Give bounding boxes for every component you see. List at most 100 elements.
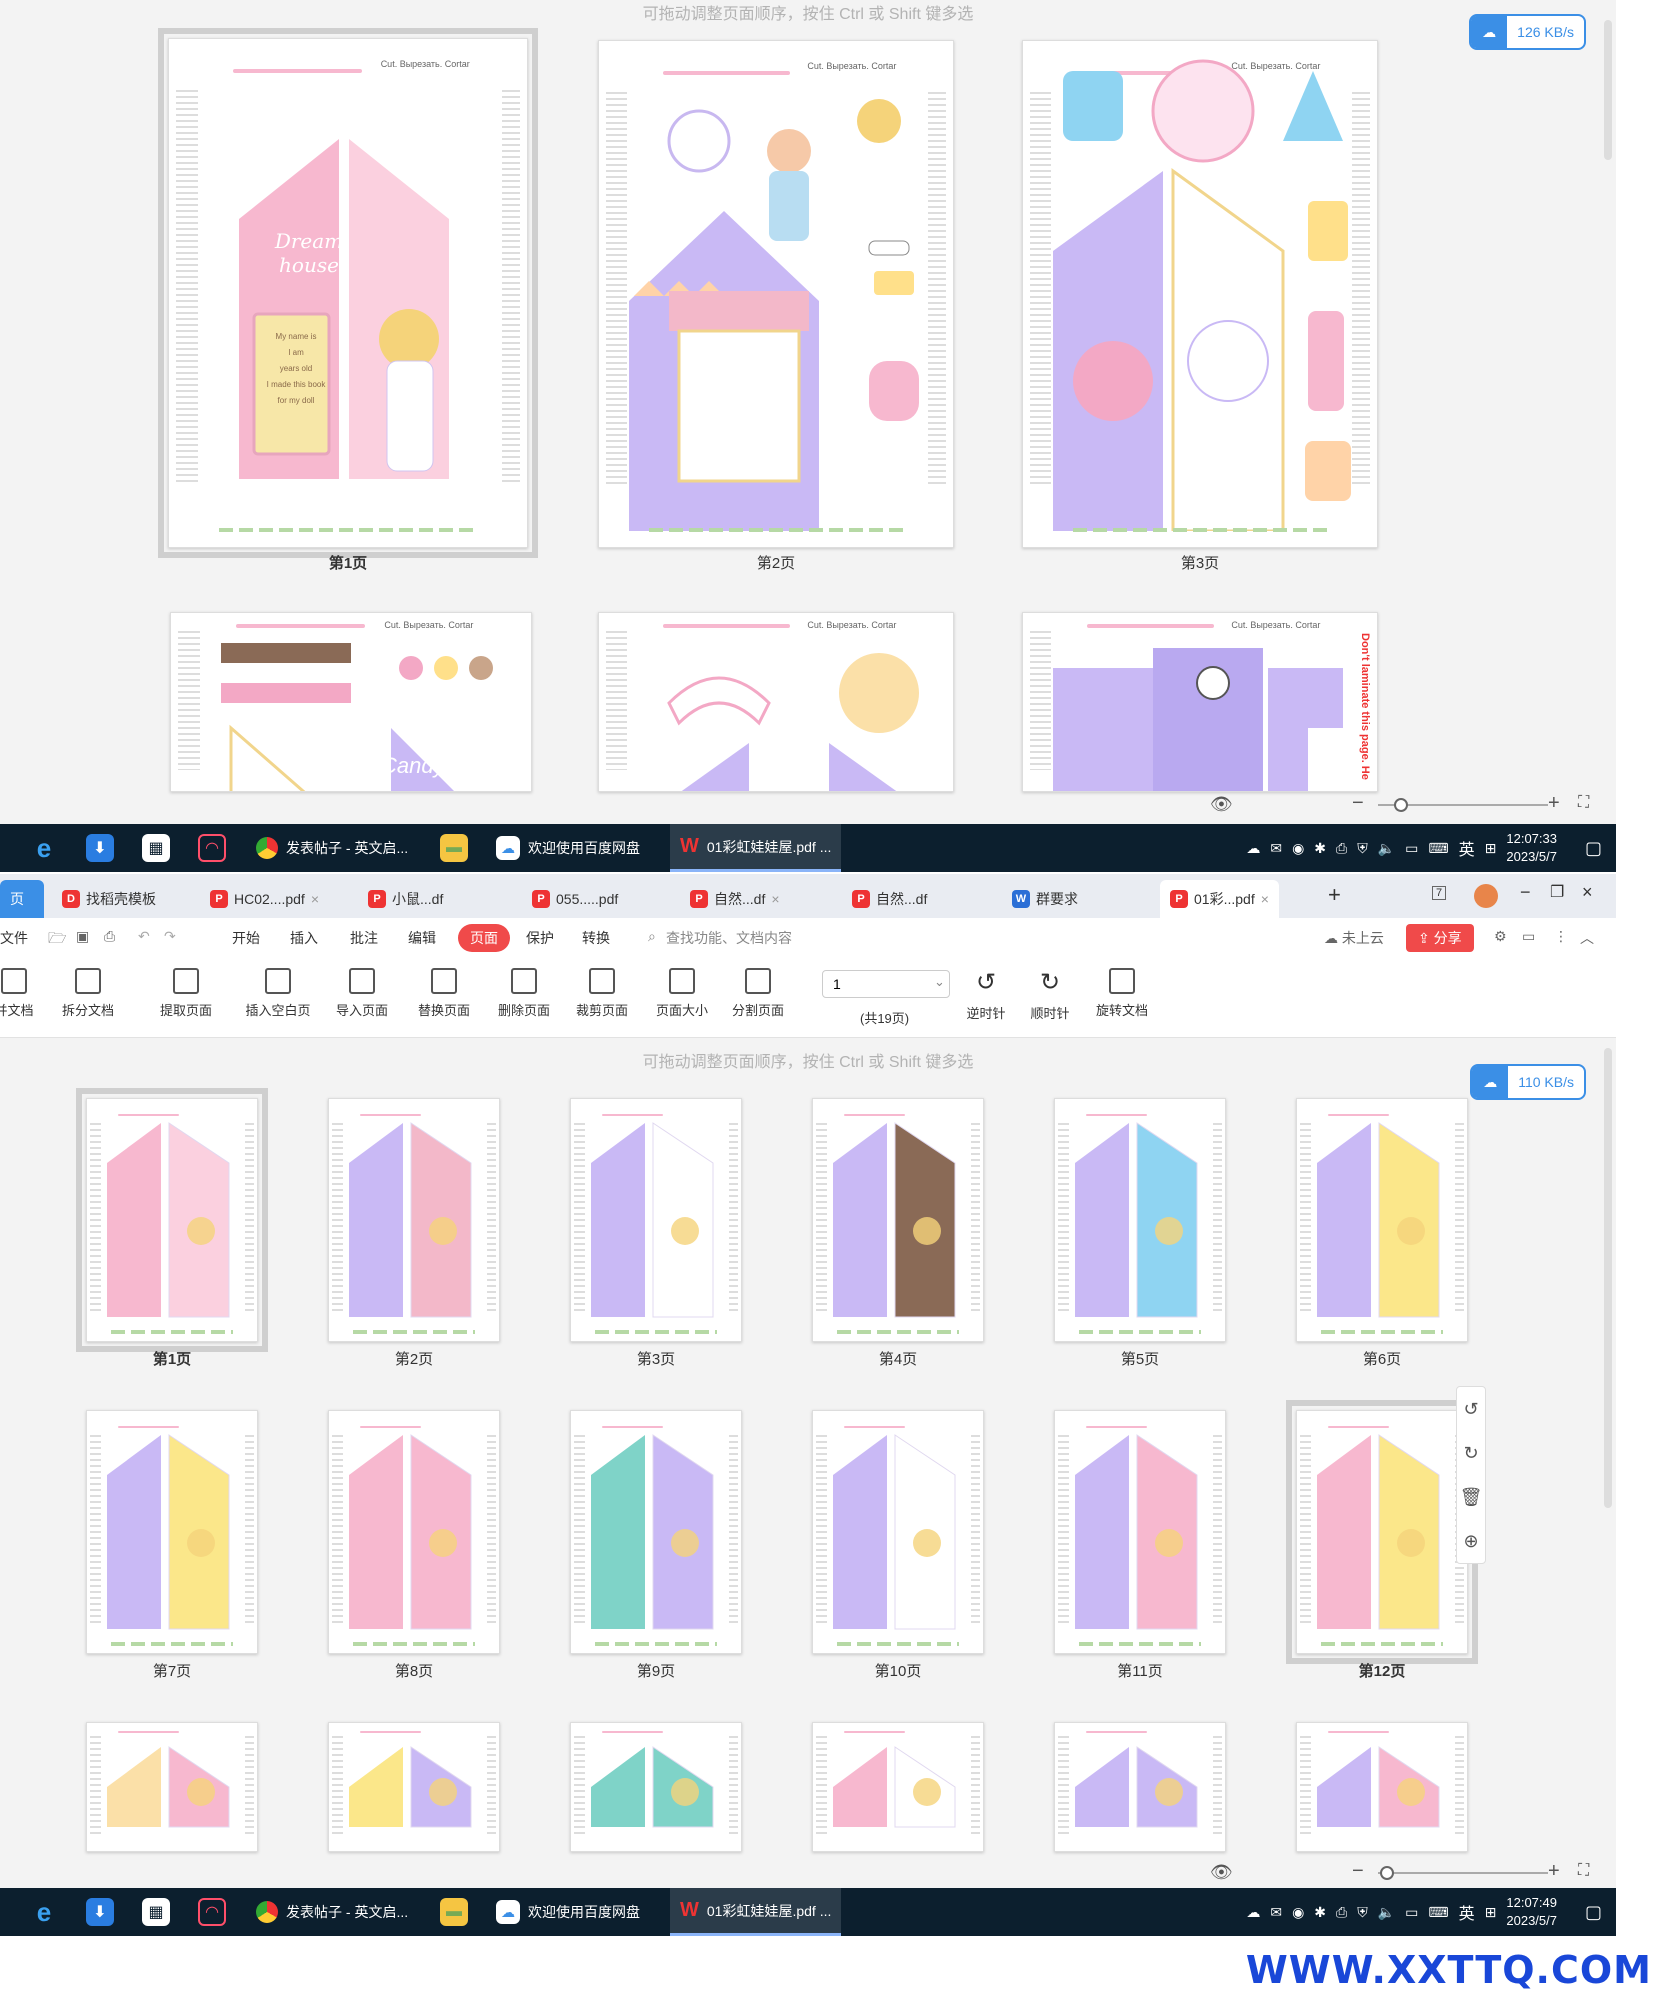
avatar[interactable] [1474,884,1498,908]
page-thumb[interactable] [1296,1722,1468,1852]
page-thumb[interactable] [812,1410,984,1654]
eye-icon[interactable]: 👁 [1210,794,1233,815]
split-doc-button[interactable]: 拆分文档 [52,968,124,1019]
zoom-handle[interactable] [1380,1866,1394,1880]
page-thumb[interactable] [1054,1410,1226,1654]
taskbar-app-chrome[interactable]: 发表帖子 - 英文启... [246,824,418,872]
page-thumb[interactable] [86,1410,258,1654]
merge-doc-button[interactable]: 并文档 [0,968,50,1019]
notification-icon[interactable]: ▢ [1585,838,1602,859]
menu-comment[interactable]: 批注 [350,928,378,948]
taskbar-app-pdf[interactable]: W 01彩虹娃娃屋.pdf ... [670,824,842,872]
menu-insert[interactable]: 插入 [290,928,318,948]
volume-icon[interactable]: 🔈 [1378,1904,1395,1921]
print-icon[interactable]: ⎙ [104,928,115,945]
network-icon[interactable]: ▭ [1405,1904,1418,1921]
taskbar-app-baidu[interactable]: ☁ 欢迎使用百度网盘 [486,824,650,872]
page-thumb[interactable] [328,1098,500,1342]
ime-indicator[interactable]: 英 [1459,1900,1475,1924]
download-speed-badge[interactable]: ☁ 126 KB/s [1469,14,1586,50]
menu-edit[interactable]: 编辑 [408,928,436,948]
chevron-down-icon[interactable]: ⌄ [934,974,945,990]
app-icon[interactable]: ◠ [198,1898,226,1926]
download-speed-badge[interactable]: ☁ 110 KB/s [1470,1064,1586,1100]
onedrive-icon[interactable]: ☁ [1246,840,1260,857]
taskbar-app-chrome[interactable]: 发表帖子 - 英文启... [246,1888,418,1936]
crop-page-button[interactable]: 裁剪页面 [566,968,638,1019]
page-thumb[interactable] [570,1098,742,1342]
new-tab-icon[interactable]: + [1328,882,1341,908]
page-thumb[interactable] [76,1088,268,1352]
page-thumb-2[interactable]: Cut. Вырезать. Cortar [598,40,954,548]
keyboard-icon[interactable]: ⌨ [1428,1904,1448,1921]
feature-search-input[interactable]: 查找功能、文档内容 [666,928,792,948]
download-app-icon[interactable]: ⬇ [86,1898,114,1926]
printer-icon[interactable]: ⎙ [1336,1904,1347,1921]
tab-pdf[interactable]: P 055.....pdf [522,880,628,918]
tab-pdf[interactable]: P HC02....pdf × [200,880,329,918]
bluetooth-icon[interactable]: ✱ [1314,840,1326,857]
fullscreen-icon[interactable]: ⛶ [1578,794,1589,812]
page-thumb-5[interactable]: Cut. Вырезать. Cortar [598,612,954,792]
menu-page-active[interactable]: 页面 [458,924,510,952]
page-thumb-6[interactable]: Cut. Вырезать. Cortar Don't laminate thi… [1022,612,1378,792]
close-icon[interactable]: × [771,891,779,907]
store-icon[interactable]: ▦ [142,834,170,862]
divide-page-button[interactable]: 分割页面 [722,968,794,1019]
zoom-in-icon[interactable]: + [1548,792,1560,815]
page-thumb-4[interactable]: Cut. Вырезать. Cortar Candy [170,612,532,792]
rotate-doc-button[interactable]: 旋转文档 [1086,968,1158,1019]
page-size-button[interactable]: 页面大小 [646,968,718,1019]
tab-word[interactable]: W 群要求 [1002,880,1088,918]
share-button[interactable]: ⇪ 分享 [1406,924,1474,952]
shield-icon[interactable]: ⛨ [1357,1904,1368,1921]
tab-docer[interactable]: D 找稻壳模板 [52,880,166,918]
menu-convert[interactable]: 转换 [582,928,610,948]
ime-grid-icon[interactable]: ⊞ [1485,840,1497,857]
page-thumb[interactable] [570,1410,742,1654]
add-page-icon[interactable]: ⊕ [1457,1519,1485,1563]
zoom-in-icon[interactable]: + [1548,1860,1560,1883]
replace-page-button[interactable]: 替换页面 [408,968,480,1019]
page-thumb-3[interactable]: Cut. Вырезать. Cortar [1022,40,1378,548]
close-icon[interactable]: × [311,891,319,907]
tab-pdf[interactable]: P 小鼠...df [358,880,453,918]
bluetooth-icon[interactable]: ✱ [1314,1904,1326,1921]
search-icon[interactable]: ⌕ [648,928,656,945]
folder-icon[interactable]: ▬ [440,834,468,862]
scrollbar[interactable] [1604,20,1612,160]
shield-icon[interactable]: ⛨ [1357,840,1368,857]
clock[interactable]: 12:07:49 2023/5/7 [1506,1894,1557,1930]
fullscreen-icon[interactable]: ⛶ [1578,1862,1589,1880]
wechat-icon[interactable]: ✉ [1270,840,1282,857]
page-thumb[interactable] [1286,1400,1478,1664]
download-app-icon[interactable]: ⬇ [86,834,114,862]
page-thumb[interactable] [1054,1098,1226,1342]
wechat-icon[interactable]: ✉ [1270,1904,1282,1921]
page-thumb[interactable] [86,1722,258,1852]
open-icon[interactable]: 🗁 [48,928,67,953]
edge-icon[interactable]: e [30,833,58,863]
page-thumb[interactable] [1296,1098,1468,1342]
pinned-icon[interactable]: ◉ [1292,840,1304,857]
ime-grid-icon[interactable]: ⊞ [1485,1904,1497,1921]
restore-icon[interactable]: ❐ [1550,882,1564,902]
trash-icon[interactable]: 🗑 [1457,1475,1485,1519]
clock[interactable]: 12:07:33 2023/5/7 [1506,830,1557,866]
pinned-icon[interactable]: ◉ [1292,1904,1304,1921]
zoom-handle[interactable] [1394,798,1408,812]
menu-file[interactable]: 文件 [0,928,28,948]
cloud-status[interactable]: ☁ 未上云 [1324,928,1384,948]
taskbar-app-pdf[interactable]: W 01彩虹娃娃屋.pdf ... [670,1888,842,1936]
settings-icon[interactable]: ⚙ [1494,928,1507,945]
network-icon[interactable]: ▭ [1405,840,1418,857]
taskbar-app-baidu[interactable]: ☁ 欢迎使用百度网盘 [486,1888,650,1936]
page-thumb[interactable] [1054,1722,1226,1852]
page-thumb[interactable] [570,1722,742,1852]
more-icon[interactable]: ⋮ [1554,928,1568,945]
zoom-out-icon[interactable]: − [1352,1860,1364,1883]
eye-icon[interactable]: 👁 [1210,1862,1233,1883]
scrollbar[interactable] [1604,1048,1612,1508]
window-count-icon[interactable]: 7 [1432,886,1447,900]
tab-active-pdf[interactable]: P 01彩...pdf × [1160,880,1279,918]
